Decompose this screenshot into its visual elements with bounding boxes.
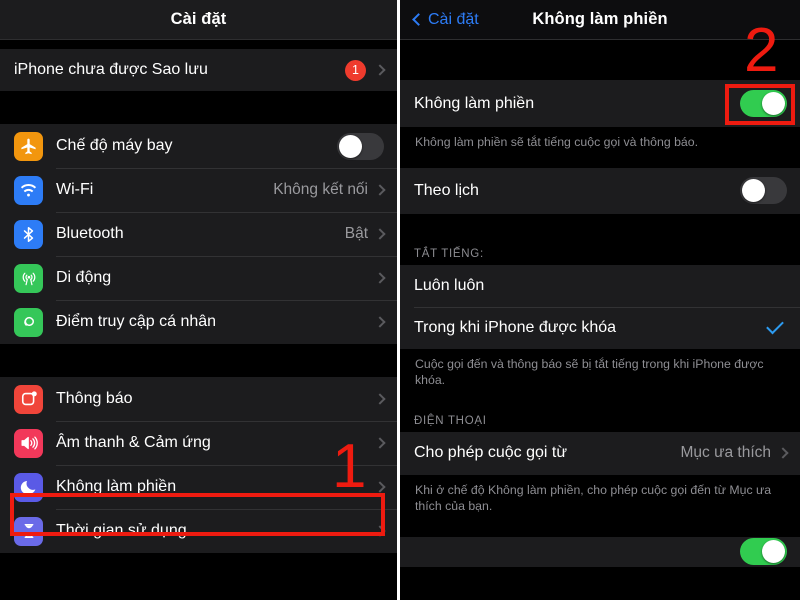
chevron-right-icon (374, 481, 386, 493)
bluetooth-icon (14, 219, 43, 249)
row-do-not-disturb-label: Không làm phiền (414, 94, 535, 112)
sidebar-item-cellular-label: Di động (56, 269, 112, 286)
sidebar-item-screen-time-label: Thời gian sử dụng (56, 522, 187, 539)
notifications-icon (14, 384, 43, 414)
sounds-icon (14, 428, 43, 458)
row-iphone-backup[interactable]: iPhone chưa được Sao lưu 1 (0, 49, 397, 91)
silence-options-group: Luôn luôn Trong khi iPhone được khóa (400, 264, 800, 349)
screenshot-root: Cài đặt iPhone chưa được Sao lưu 1 Chế đ… (0, 0, 800, 600)
row-iphone-backup-label: iPhone chưa được Sao lưu (14, 61, 208, 78)
partial-row-group (400, 536, 800, 567)
connectivity-group: Chế độ máy bay Wi-Fi Không kết nối Bluet… (0, 124, 397, 344)
sidebar-item-notifications-label: Thông báo (56, 390, 133, 407)
sidebar-item-personal-hotspot[interactable]: Điểm truy cập cá nhân (0, 300, 397, 344)
chevron-right-icon (374, 437, 386, 449)
row-allow-calls-from-label: Cho phép cuộc gọi từ (414, 444, 568, 462)
dnd-group: Không làm phiền (400, 80, 800, 127)
chevron-right-icon (374, 525, 386, 537)
schedule-group: Theo lịch (400, 167, 800, 214)
chevron-right-icon (374, 228, 386, 240)
scheduled-toggle[interactable] (740, 177, 787, 205)
allow-calls-footnote: Khi ở chế độ Không làm phiền, cho phép c… (400, 474, 800, 523)
phone-group: Cho phép cuộc gọi từ Mục ưa thích (400, 431, 800, 475)
right-gap-2 (400, 213, 800, 243)
backup-badge: 1 (345, 59, 366, 81)
sidebar-item-do-not-disturb[interactable]: Không làm phiền (0, 465, 397, 509)
row-allow-calls-from[interactable]: Cho phép cuộc gọi từ Mục ưa thích (400, 431, 800, 475)
sidebar-item-sounds-haptics[interactable]: Âm thanh & Cảm ứng (0, 421, 397, 465)
sidebar-item-cellular[interactable]: Di động (0, 256, 397, 300)
left-gap-top (0, 40, 397, 49)
row-scheduled[interactable]: Theo lịch (400, 167, 800, 214)
row-scheduled-label: Theo lịch (414, 181, 479, 199)
hotspot-icon (14, 307, 43, 337)
chevron-right-icon (374, 393, 386, 405)
left-navbar-title: Cài đặt (170, 10, 227, 28)
right-gap-top (400, 40, 800, 80)
chevron-right-icon (374, 272, 386, 284)
silence-footnote: Cuộc gọi đến và thông báo sẽ bị tắt tiến… (400, 348, 800, 397)
allow-calls-from-value: Mục ưa thích (680, 444, 772, 462)
chevron-left-icon (412, 12, 425, 26)
sidebar-item-airplane-mode-label: Chế độ máy bay (56, 137, 173, 154)
chevron-right-icon (777, 447, 789, 459)
chevron-right-icon (374, 316, 386, 328)
phone-section-header: ĐIỆN THOẠI (400, 411, 800, 432)
sidebar-item-sounds-haptics-label: Âm thanh & Cảm ứng (56, 434, 211, 451)
chevron-right-icon (374, 184, 386, 196)
right-phone-panel: Cài đặt Không làm phiền Không làm phiền … (400, 0, 800, 600)
back-button[interactable]: Cài đặt (412, 10, 479, 29)
moon-icon (14, 472, 43, 502)
checkmark-icon (766, 316, 784, 335)
back-button-label: Cài đặt (428, 10, 479, 28)
silence-section-header: TẮT TIẾNG: (400, 242, 800, 265)
toggle-knob (339, 134, 362, 158)
left-gap-2 (0, 344, 397, 377)
chevron-right-icon (374, 64, 386, 76)
sidebar-item-do-not-disturb-label: Không làm phiền (56, 478, 177, 495)
row-silence-while-locked[interactable]: Trong khi iPhone được khóa (400, 306, 800, 349)
wifi-status-value: Không kết nối (273, 181, 368, 198)
airplane-mode-toggle[interactable] (337, 132, 384, 160)
sidebar-item-personal-hotspot-label: Điểm truy cập cá nhân (56, 313, 217, 330)
row-silence-while-locked-label: Trong khi iPhone được khóa (414, 318, 617, 336)
row-silence-always[interactable]: Luôn luôn (400, 264, 800, 307)
row-do-not-disturb[interactable]: Không làm phiền (400, 80, 800, 127)
right-gap-1 (400, 158, 800, 168)
sidebar-item-notifications[interactable]: Thông báo (0, 377, 397, 421)
cellular-icon (14, 263, 43, 293)
toggle-knob (742, 179, 765, 203)
right-gap-4 (400, 522, 800, 537)
airplane-icon (14, 131, 43, 161)
sidebar-item-bluetooth-label: Bluetooth (56, 225, 124, 242)
right-gap-3 (400, 396, 800, 412)
toggle-knob (762, 92, 785, 115)
wifi-icon (14, 175, 43, 205)
dnd-footnote: Không làm phiền sẽ tắt tiếng cuộc gọi và… (400, 127, 800, 159)
do-not-disturb-toggle[interactable] (740, 90, 787, 117)
sidebar-item-wifi-label: Wi-Fi (56, 181, 94, 198)
left-phone-panel: Cài đặt iPhone chưa được Sao lưu 1 Chế đ… (0, 0, 400, 600)
toggle-knob (762, 540, 785, 564)
partial-cutoff-toggle[interactable] (740, 538, 787, 566)
sidebar-item-airplane-mode[interactable]: Chế độ máy bay (0, 124, 397, 168)
left-navbar: Cài đặt (0, 0, 397, 40)
hourglass-icon (14, 516, 43, 546)
backup-group: iPhone chưa được Sao lưu 1 (0, 49, 397, 91)
left-gap-1 (0, 91, 397, 124)
sidebar-item-screen-time[interactable]: Thời gian sử dụng (0, 509, 397, 553)
right-navbar: Cài đặt Không làm phiền (400, 0, 800, 40)
row-silence-always-label: Luôn luôn (414, 276, 485, 294)
bluetooth-status-value: Bật (344, 225, 368, 242)
row-partial-cutoff[interactable] (400, 536, 800, 567)
sidebar-item-wifi[interactable]: Wi-Fi Không kết nối (0, 168, 397, 212)
notifications-group: Thông báo Âm thanh & Cảm ứng Không làm p… (0, 377, 397, 553)
sidebar-item-bluetooth[interactable]: Bluetooth Bật (0, 212, 397, 256)
